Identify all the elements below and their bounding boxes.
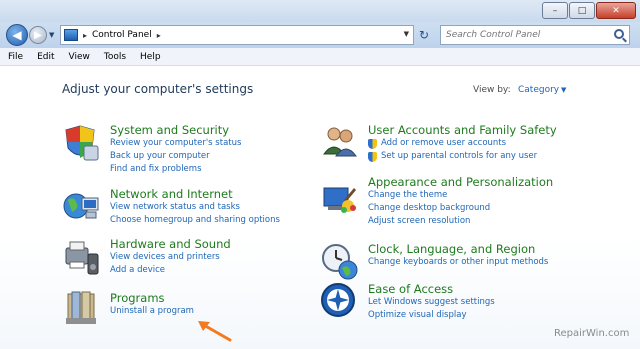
link-optimize-display[interactable]: Optimize visual display — [368, 309, 495, 322]
network-internet-icon — [63, 193, 99, 219]
category-title[interactable]: Ease of Access — [368, 282, 495, 296]
link-find-fix[interactable]: Find and fix problems — [110, 163, 241, 176]
category-user-accounts: User Accounts and Family Safety Add or r… — [368, 123, 557, 163]
menu-file[interactable]: File — [8, 52, 23, 62]
hardware-sound-icon — [65, 241, 99, 275]
link-windows-suggest[interactable]: Let Windows suggest settings — [368, 296, 495, 309]
title-bar: – □ ✕ — [0, 0, 640, 22]
page-title: Adjust your computer's settings — [62, 82, 254, 96]
uac-shield-icon — [368, 138, 377, 149]
link-add-device[interactable]: Add a device — [110, 264, 231, 277]
search-input[interactable] — [446, 30, 606, 40]
link-view-devices[interactable]: View devices and printers — [110, 251, 231, 264]
forward-button[interactable]: ▶ — [29, 26, 47, 44]
user-accounts-icon — [323, 127, 357, 157]
maximize-button[interactable]: □ — [569, 2, 595, 19]
menu-edit[interactable]: Edit — [37, 52, 54, 62]
link-network-status[interactable]: View network status and tasks — [110, 201, 280, 214]
category-title[interactable]: System and Security — [110, 123, 241, 137]
recent-pages-dropdown[interactable]: ▼ — [49, 31, 54, 39]
link-review-status[interactable]: Review your computer's status — [110, 137, 241, 150]
menu-help[interactable]: Help — [140, 52, 161, 62]
category-title[interactable]: Clock, Language, and Region — [368, 242, 548, 256]
category-title[interactable]: Hardware and Sound — [110, 237, 231, 251]
back-button[interactable]: ◀ — [6, 24, 28, 46]
address-bar[interactable]: ▸ Control Panel ▸ ▼ — [60, 25, 414, 45]
breadcrumb-separator-icon[interactable]: ▸ — [157, 31, 161, 40]
appearance-icon — [323, 187, 356, 213]
category-programs: Programs Uninstall a program — [110, 291, 194, 318]
close-button[interactable]: ✕ — [596, 2, 636, 19]
category-appearance: Appearance and Personalization Change th… — [368, 175, 553, 228]
link-uninstall-program[interactable]: Uninstall a program — [110, 305, 194, 318]
menu-bar: File Edit View Tools Help — [0, 48, 640, 66]
link-screen-resolution[interactable]: Adjust screen resolution — [368, 215, 553, 228]
search-icon[interactable] — [614, 29, 624, 39]
search-box[interactable] — [440, 25, 630, 45]
clock-language-icon — [322, 244, 358, 280]
link-homegroup[interactable]: Choose homegroup and sharing options — [110, 214, 280, 227]
window-controls: – □ ✕ — [541, 2, 636, 19]
link-parental-controls[interactable]: Set up parental controls for any user — [368, 150, 557, 163]
content-area: Adjust your computer's settings View by:… — [0, 66, 640, 349]
navigation-bar: ◀ ▶ ▼ ▸ Control Panel ▸ ▼ ↻ — [0, 22, 640, 48]
minimize-button[interactable]: – — [542, 2, 568, 19]
address-dropdown-icon[interactable]: ▼ — [404, 30, 409, 38]
control-panel-icon — [64, 29, 78, 41]
link-add-remove-accounts[interactable]: Add or remove user accounts — [368, 137, 557, 150]
category-ease-of-access: Ease of Access Let Windows suggest setti… — [368, 282, 495, 322]
back-arrow-icon: ◀ — [12, 28, 22, 42]
ease-of-access-icon — [321, 283, 355, 317]
breadcrumb-separator-icon[interactable]: ▸ — [83, 31, 87, 40]
category-system-security: System and Security Review your computer… — [110, 123, 241, 176]
link-label[interactable]: Add or remove user accounts — [381, 137, 506, 150]
menu-view[interactable]: View — [69, 52, 90, 62]
annotation-arrow-icon — [198, 321, 232, 342]
view-by-arrow-icon[interactable]: ▼ — [561, 86, 566, 94]
uac-shield-icon — [368, 151, 377, 162]
link-label[interactable]: Set up parental controls for any user — [381, 150, 537, 163]
refresh-icon[interactable]: ↻ — [419, 28, 429, 42]
system-security-icon — [65, 125, 99, 161]
view-by-label: View by: — [473, 85, 511, 95]
category-title[interactable]: Programs — [110, 291, 194, 305]
link-change-theme[interactable]: Change the theme — [368, 189, 553, 202]
category-title[interactable]: User Accounts and Family Safety — [368, 123, 557, 137]
menu-tools[interactable]: Tools — [104, 52, 126, 62]
category-hardware-sound: Hardware and Sound View devices and prin… — [110, 237, 231, 277]
category-clock-language: Clock, Language, and Region Change keybo… — [368, 242, 548, 269]
forward-arrow-icon: ▶ — [34, 29, 42, 41]
programs-icon — [66, 291, 96, 324]
category-network-internet: Network and Internet View network status… — [110, 187, 280, 227]
link-change-keyboards[interactable]: Change keyboards or other input methods — [368, 256, 548, 269]
watermark: RepairWin.com — [554, 328, 630, 339]
link-desktop-background[interactable]: Change desktop background — [368, 202, 553, 215]
category-title[interactable]: Appearance and Personalization — [368, 175, 553, 189]
view-by-dropdown[interactable]: Category — [518, 85, 559, 95]
link-back-up[interactable]: Back up your computer — [110, 150, 241, 163]
breadcrumb-control-panel[interactable]: Control Panel — [92, 30, 152, 40]
category-title[interactable]: Network and Internet — [110, 187, 280, 201]
